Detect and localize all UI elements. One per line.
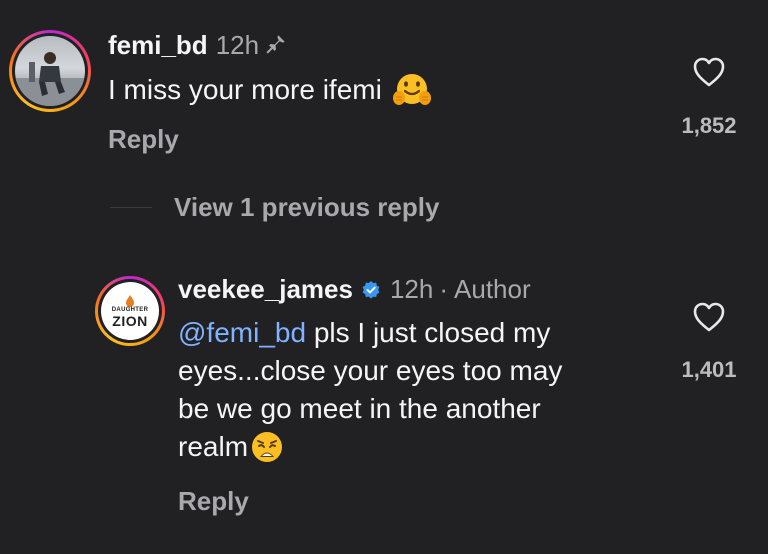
replies-divider-line <box>110 207 152 208</box>
author-label: Author <box>454 274 531 304</box>
avatar-logo-bottom-text: ZION <box>112 312 148 329</box>
like-count: 1,852 <box>681 113 737 138</box>
reply-text: @femi_bd pls I just closed my eyes...clo… <box>178 314 658 466</box>
mention-link[interactable]: @femi_bd <box>178 317 306 348</box>
reply-text-line-1: pls I just closed my <box>306 317 551 348</box>
flame-icon <box>125 294 135 307</box>
weary-face-emoji-icon <box>250 430 284 464</box>
comment-header: femi_bd 12h <box>108 30 287 62</box>
timestamp: 12h <box>215 30 260 60</box>
reply-button[interactable]: Reply <box>108 124 179 155</box>
avatar-logo: DAUGHTER ZION <box>101 282 159 340</box>
timestamp: 12h <box>389 274 434 304</box>
reply-text-line-2: eyes...close your eyes too may <box>178 355 563 386</box>
view-previous-replies[interactable]: View 1 previous reply <box>110 192 439 223</box>
comment-text-content: I miss your more ifemi <box>108 74 382 105</box>
view-replies-label: View 1 previous reply <box>174 192 440 222</box>
username[interactable]: veekee_james <box>178 274 353 305</box>
verified-badge-icon <box>361 280 381 300</box>
separator-dot: · <box>439 274 449 304</box>
reply-text-line-3: be we go meet in the another <box>178 393 541 424</box>
comment-text: I miss your more ifemi <box>108 70 432 110</box>
reply-text-line-4: realm <box>178 431 249 462</box>
reply-button[interactable]: Reply <box>178 486 249 517</box>
hugging-face-emoji-icon <box>392 70 432 110</box>
reply-header: veekee_james 12h · Author <box>178 274 531 306</box>
avatar-photo <box>15 36 85 106</box>
like-heart-icon[interactable] <box>692 56 726 88</box>
like-count: 1,401 <box>681 357 737 382</box>
username[interactable]: femi_bd <box>108 30 208 61</box>
like-heart-icon[interactable] <box>692 301 726 333</box>
avatar[interactable]: DAUGHTER ZION <box>95 276 165 346</box>
avatar[interactable] <box>9 30 91 112</box>
pin-icon <box>265 33 287 60</box>
